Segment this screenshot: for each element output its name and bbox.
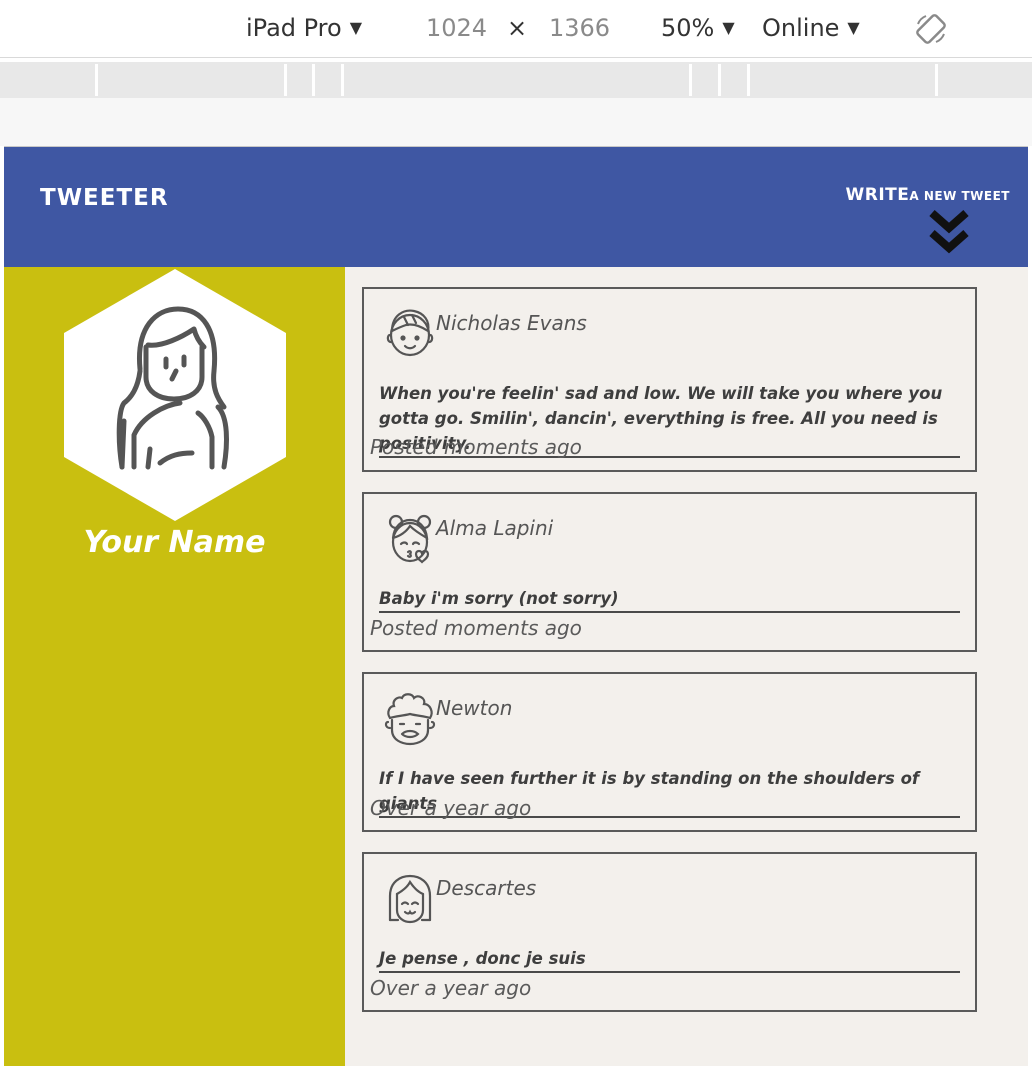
network-caret-icon: ▼ bbox=[847, 18, 860, 37]
tweet-card: Descartes Je pense , donc je suis Over a… bbox=[362, 852, 977, 1012]
media-query-ruler[interactable] bbox=[0, 62, 1032, 98]
profile-hexagon bbox=[64, 269, 286, 521]
tweet-card: Nicholas Evans When you're feelin' sad a… bbox=[362, 287, 977, 472]
tweet-timestamp: Over a year ago bbox=[370, 976, 532, 1000]
ruler-marker bbox=[747, 64, 750, 96]
ruler-marker bbox=[341, 64, 344, 96]
network-select[interactable]: Online ▼ bbox=[762, 12, 860, 44]
tweet-author[interactable]: Alma Lapini bbox=[436, 516, 553, 540]
write-label: WRITE bbox=[845, 185, 910, 205]
device-toolbar: iPad Pro ▼ 1024 × 1366 50% ▼ Online ▼ bbox=[0, 0, 1032, 58]
zoom-select[interactable]: 50% ▼ bbox=[661, 12, 735, 44]
ruler-marker bbox=[312, 64, 315, 96]
profile-name: Your Name bbox=[83, 525, 266, 560]
tweet-author[interactable]: Descartes bbox=[436, 876, 536, 900]
network-label: Online bbox=[762, 14, 840, 42]
rotate-icon[interactable] bbox=[914, 12, 948, 46]
tweet-timestamp: Posted moments ago bbox=[370, 435, 582, 459]
tweet-feed: Nicholas Evans When you're feelin' sad a… bbox=[362, 287, 978, 1032]
brand-logo[interactable]: TWEETER bbox=[40, 185, 169, 211]
boy-face-icon bbox=[386, 309, 434, 357]
profile-sidebar: Your Name bbox=[4, 267, 345, 1066]
zoom-caret-icon: ▼ bbox=[722, 18, 735, 37]
write-new-tweet-label[interactable]: WRITEA NEW TWEET bbox=[845, 185, 1010, 205]
ruler-marker bbox=[95, 64, 98, 96]
ruler-marker bbox=[935, 64, 938, 96]
width-input[interactable]: 1024 bbox=[426, 12, 487, 44]
app-header: TWEETER WRITEA NEW TWEET bbox=[4, 147, 1028, 267]
tweet-card: Newton If I have seen further it is by s… bbox=[362, 672, 977, 832]
tweet-timestamp: Posted moments ago bbox=[370, 616, 582, 640]
zoom-label: 50% bbox=[661, 14, 715, 42]
tweet-card: Alma Lapini Baby i'm sorry (not sorry) P… bbox=[362, 492, 977, 652]
device-select[interactable]: iPad Pro ▼ bbox=[246, 12, 362, 44]
ruler-marker bbox=[689, 64, 692, 96]
double-chevron-down-icon[interactable] bbox=[928, 207, 970, 257]
new-tweet-label: A NEW TWEET bbox=[909, 189, 1010, 203]
tweet-author[interactable]: Nicholas Evans bbox=[436, 311, 587, 335]
tweet-timestamp: Over a year ago bbox=[370, 796, 532, 820]
curly-hair-face-icon bbox=[384, 693, 436, 746]
tweet-text: Je pense , donc je suis bbox=[379, 946, 960, 973]
height-input[interactable]: 1366 bbox=[549, 12, 610, 44]
device-caret-icon: ▼ bbox=[349, 18, 363, 37]
emulated-page: TWEETER WRITEA NEW TWEET Your Name Nicho… bbox=[4, 146, 1028, 1066]
ruler-marker bbox=[718, 64, 721, 96]
tweet-author[interactable]: Newton bbox=[436, 696, 512, 720]
viewport-gap bbox=[0, 98, 1032, 146]
ruler-marker bbox=[284, 64, 287, 96]
times-separator: × bbox=[507, 14, 528, 42]
bob-hair-face-icon bbox=[388, 874, 432, 924]
device-label: iPad Pro bbox=[246, 14, 342, 42]
girl-kiss-face-icon bbox=[388, 514, 432, 564]
tweet-text: Baby i'm sorry (not sorry) bbox=[379, 586, 960, 613]
